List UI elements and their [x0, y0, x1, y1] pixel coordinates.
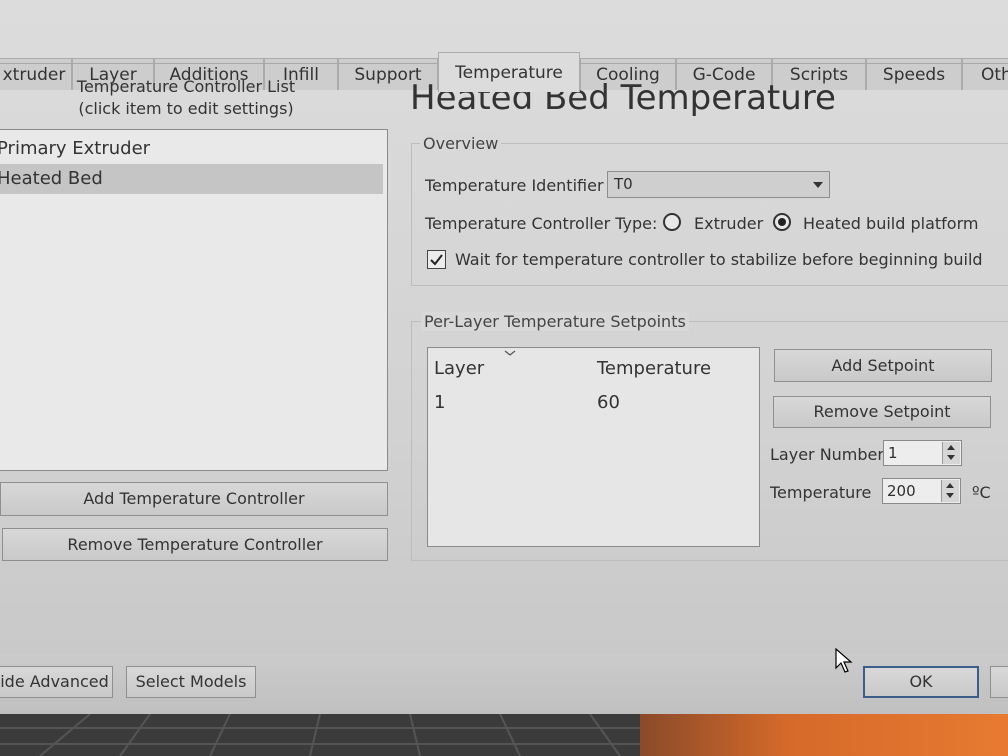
temperature-identifier-label: Temperature Identifier	[425, 176, 604, 195]
temperature-stepper[interactable]	[941, 480, 959, 502]
list-item-primary-extruder[interactable]: Primary Extruder	[0, 134, 383, 164]
wait-stabilize-checkbox[interactable]	[427, 250, 446, 269]
radio-heated-build-platform[interactable]	[773, 213, 791, 231]
table-cell-layer[interactable]: 1	[434, 392, 445, 413]
spin-up-icon[interactable]	[947, 445, 955, 450]
column-header-layer[interactable]: Layer	[434, 358, 484, 379]
controller-list-caption: Temperature Controller List (click item …	[0, 76, 372, 120]
sort-chevron-icon	[504, 350, 516, 356]
grid-pattern-icon	[0, 714, 640, 756]
checkmark-icon	[430, 254, 443, 266]
hide-advanced-button[interactable]: ide Advanced	[0, 666, 113, 698]
select-models-button[interactable]: Select Models	[126, 666, 256, 698]
layer-number-value: 1	[888, 444, 898, 462]
mouse-cursor-icon	[835, 648, 853, 673]
list-item-heated-bed[interactable]: Heated Bed	[0, 164, 383, 194]
model-preview-edge	[640, 714, 1008, 756]
temperature-value: 200	[887, 482, 916, 500]
caption-line-1: Temperature Controller List	[76, 77, 296, 96]
caption-line-2: (click item to edit settings)	[78, 99, 294, 118]
remove-setpoint-button[interactable]: Remove Setpoint	[773, 396, 991, 428]
temperature-unit: ºC	[972, 483, 991, 502]
radio-selected-dot	[778, 218, 786, 226]
tab-bar: xtruder Layer Additions Infill Support T…	[0, 28, 1008, 92]
ok-button[interactable]: OK	[863, 666, 979, 698]
radio-extruder[interactable]	[663, 213, 681, 231]
layer-number-spinbox[interactable]: 1	[883, 440, 962, 466]
settings-dialog: xtruder Layer Additions Infill Support T…	[0, 0, 1008, 714]
table-cell-temperature[interactable]: 60	[597, 392, 620, 413]
controller-type-label: Temperature Controller Type:	[425, 214, 658, 233]
layer-number-label: Layer Number	[770, 445, 884, 464]
temperature-identifier-select[interactable]: T0	[607, 171, 830, 198]
dialog-footer: ide Advanced Select Models OK	[0, 654, 1008, 714]
temperature-identifier-value: T0	[614, 175, 633, 193]
spin-down-icon[interactable]	[947, 455, 955, 460]
temperature-label: Temperature	[770, 483, 872, 502]
add-setpoint-button[interactable]: Add Setpoint	[774, 349, 992, 382]
radio-heated-build-platform-label[interactable]: Heated build platform	[803, 214, 978, 233]
column-header-temperature[interactable]: Temperature	[597, 358, 711, 379]
tab-temperature[interactable]: Temperature	[438, 52, 580, 92]
spin-down-icon[interactable]	[946, 493, 954, 498]
temperature-controller-list[interactable]: Primary Extruder Heated Bed	[0, 129, 388, 471]
cancel-button-partial[interactable]	[990, 666, 1008, 698]
temperature-spinbox[interactable]: 200	[882, 478, 961, 504]
remove-temperature-controller-button[interactable]: Remove Temperature Controller	[2, 528, 388, 561]
setpoints-group-title: Per-Layer Temperature Setpoints	[421, 312, 689, 331]
wait-stabilize-label[interactable]: Wait for temperature controller to stabi…	[455, 250, 983, 269]
add-temperature-controller-button[interactable]: Add Temperature Controller	[0, 482, 388, 516]
layer-number-stepper[interactable]	[942, 442, 960, 464]
spin-up-icon[interactable]	[946, 483, 954, 488]
overview-group-title: Overview	[420, 134, 502, 153]
radio-extruder-label[interactable]: Extruder	[694, 214, 763, 233]
chevron-down-icon	[813, 182, 823, 188]
setpoints-table[interactable]: Layer Temperature 1 60	[427, 347, 760, 547]
